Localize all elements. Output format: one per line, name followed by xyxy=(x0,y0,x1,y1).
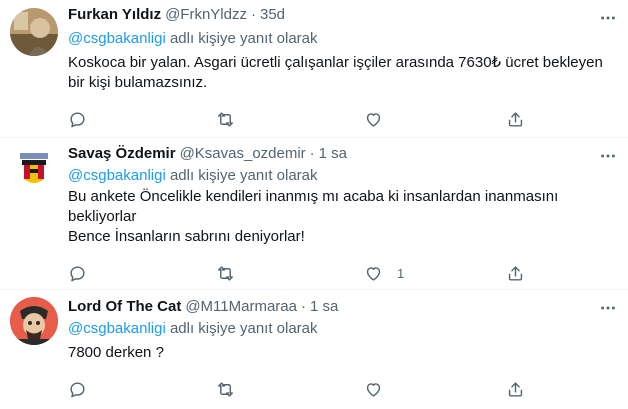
separator-dot: · xyxy=(300,298,306,315)
tweet-text: 7800 derken ? xyxy=(68,343,614,363)
tweet-header: Savaş Özdemir @Ksavas_ozdemir · 1 sa xyxy=(68,144,614,164)
share-icon xyxy=(508,111,523,127)
avatar[interactable] xyxy=(10,145,58,193)
timestamp[interactable]: 1 sa xyxy=(319,144,347,164)
share-icon xyxy=(508,381,523,397)
tweet-header: Lord Of The Cat @M11Marmaraa · 1 sa xyxy=(68,297,614,317)
share-icon xyxy=(508,265,523,281)
reply-mention-link[interactable]: @csgbakanligi xyxy=(68,167,166,184)
share-button[interactable] xyxy=(506,109,525,129)
tweet-actions: 1 xyxy=(68,263,614,283)
tweet-text: Koskoca bir yalan. Asgari ücretli çalışa… xyxy=(68,53,614,93)
more-icon xyxy=(601,154,615,158)
timestamp[interactable]: 1 sa xyxy=(310,297,338,317)
tweet-text: Bu ankete Öncelikle kendileri inanmış mı… xyxy=(68,187,614,247)
tweet-text-line: bekliyorlar xyxy=(68,208,137,225)
tweet-text-line: 7800 derken ? xyxy=(68,344,164,361)
reply-mention-link[interactable]: @csgbakanligi xyxy=(68,30,166,47)
tweet-text-line: Bence İnsanların sabrını deniyorlar! xyxy=(68,228,305,245)
user-handle[interactable]: @M11Marmaraa xyxy=(185,297,297,317)
tweet-text-line: bir kişi bulamazsınız. xyxy=(68,74,208,91)
reply-button[interactable] xyxy=(68,379,101,399)
like-icon xyxy=(366,266,381,281)
avatar[interactable] xyxy=(10,8,58,56)
tweet-actions xyxy=(68,109,614,129)
like-button[interactable] xyxy=(364,109,397,129)
user-handle[interactable]: @FrknYldzz xyxy=(165,5,247,25)
reply-icon xyxy=(70,111,85,127)
reply-mention-link[interactable]: @csgbakanligi xyxy=(68,320,166,337)
avatar-photo xyxy=(10,8,58,56)
retweet-button[interactable] xyxy=(216,379,249,399)
reply-context-label: adlı kişiye yanıt olarak xyxy=(165,167,318,184)
separator-dot: · xyxy=(251,6,256,23)
user-handle[interactable]: @Ksavas_ozdemir xyxy=(180,144,306,164)
separator-dot: · xyxy=(309,145,315,162)
retweet-button[interactable] xyxy=(216,109,249,129)
tweet[interactable]: Savaş Özdemir @Ksavas_ozdemir · 1 sa @cs… xyxy=(0,138,628,290)
more-options-button[interactable] xyxy=(598,8,618,28)
more-icon xyxy=(601,306,615,310)
retweet-icon xyxy=(218,265,233,281)
reply-icon xyxy=(70,381,85,397)
tweet[interactable]: Lord Of The Cat @M11Marmaraa · 1 sa @csg… xyxy=(0,290,628,409)
like-icon xyxy=(366,382,381,397)
like-button[interactable] xyxy=(364,379,397,399)
reply-context-label: adlı kişiye yanıt olarak xyxy=(165,320,318,337)
reply-context-label: adlı kişiye yanıt olarak xyxy=(165,30,318,47)
reply-context: @csgbakanligi adlı kişiye yanıt olarak xyxy=(68,319,614,339)
like-count: 1 xyxy=(397,265,405,281)
timestamp[interactable]: 35d xyxy=(260,5,285,25)
reply-context: @csgbakanligi adlı kişiye yanıt olarak xyxy=(68,166,614,186)
retweet-icon xyxy=(218,381,233,397)
retweet-button[interactable] xyxy=(216,263,249,283)
share-button[interactable] xyxy=(506,379,525,399)
retweet-icon xyxy=(218,111,233,127)
more-options-button[interactable] xyxy=(598,146,618,166)
reply-context: @csgbakanligi adlı kişiye yanıt olarak xyxy=(68,29,614,49)
tweet-text-line: Koskoca bir yalan. Asgari ücretli çalışa… xyxy=(68,54,603,71)
avatar-cartoon xyxy=(10,297,58,345)
avatar[interactable] xyxy=(10,297,58,345)
share-button[interactable] xyxy=(506,263,525,283)
display-name[interactable]: Furkan Yıldız xyxy=(68,5,161,25)
more-options-button[interactable] xyxy=(598,298,618,318)
like-button[interactable]: 1 xyxy=(364,263,404,283)
tweet-actions xyxy=(68,379,614,399)
display-name[interactable]: Savaş Özdemir xyxy=(68,144,176,164)
more-icon xyxy=(601,16,615,20)
reply-button[interactable] xyxy=(68,263,101,283)
avatar-club-logo xyxy=(10,145,58,193)
display-name[interactable]: Lord Of The Cat xyxy=(68,297,181,317)
tweet[interactable]: Furkan Yıldız @FrknYldzz · 35d @csgbakan… xyxy=(0,0,628,138)
tweet-text-line: Bu ankete Öncelikle kendileri inanmış mı… xyxy=(68,188,559,205)
reply-icon xyxy=(70,265,85,281)
like-icon xyxy=(366,112,381,127)
reply-button[interactable] xyxy=(68,109,101,129)
tweet-header: Furkan Yıldız @FrknYldzz · 35d xyxy=(68,5,614,25)
